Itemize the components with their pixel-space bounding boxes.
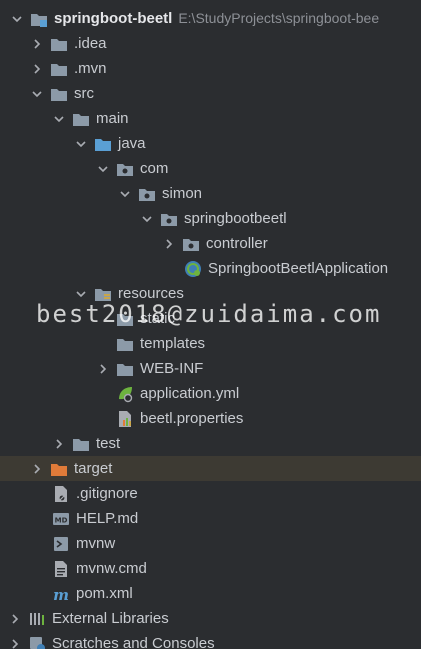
tree-node-scratches[interactable]: Scratches and Consoles — [0, 631, 421, 649]
chevron-down-icon[interactable] — [52, 112, 66, 126]
tree-node-project-root[interactable]: springboot-beetl E:\StudyProjects\spring… — [0, 6, 421, 31]
tree-node-application-yml[interactable]: application.yml — [0, 381, 421, 406]
project-path: E:\StudyProjects\springboot-bee — [178, 10, 380, 26]
tree-node-mvn[interactable]: .mvn — [0, 56, 421, 81]
chevron-right-icon[interactable] — [52, 437, 66, 451]
scratches-icon — [28, 635, 46, 649]
spring-boot-class-icon — [184, 260, 202, 278]
node-label: pom.xml — [76, 585, 133, 602]
chevron-down-icon[interactable] — [118, 187, 132, 201]
tree-node-test[interactable]: test — [0, 431, 421, 456]
node-label: WEB-INF — [140, 360, 204, 377]
library-icon — [28, 610, 46, 628]
chevron-right-icon[interactable] — [8, 612, 22, 626]
folder-icon — [72, 110, 90, 128]
tree-node-idea[interactable]: .idea — [0, 31, 421, 56]
tree-node-com[interactable]: com — [0, 156, 421, 181]
tree-node-target[interactable]: target — [0, 456, 421, 481]
tree-node-simon[interactable]: simon — [0, 181, 421, 206]
node-label: com — [140, 160, 169, 177]
source-folder-icon — [94, 135, 112, 153]
tree-node-beetl-properties[interactable]: beetl.properties — [0, 406, 421, 431]
chevron-right-icon[interactable] — [30, 462, 44, 476]
chevron-down-icon[interactable] — [96, 162, 110, 176]
node-label: HELP.md — [76, 510, 139, 527]
chevron-right-icon[interactable] — [8, 637, 22, 649]
tree-node-src[interactable]: src — [0, 81, 421, 106]
tree-node-external-libraries[interactable]: External Libraries — [0, 606, 421, 631]
node-label: Scratches and Consoles — [52, 635, 215, 649]
node-label: .idea — [74, 35, 107, 52]
node-label: mvnw.cmd — [76, 560, 147, 577]
node-label: java — [118, 135, 146, 152]
svg-text:MD: MD — [55, 516, 68, 524]
project-name: springboot-beetl — [54, 10, 173, 27]
chevron-right-icon[interactable] — [30, 62, 44, 76]
node-label: resources — [118, 285, 184, 302]
node-label: templates — [140, 335, 206, 352]
node-label: beetl.properties — [140, 410, 244, 427]
excluded-folder-icon — [50, 460, 68, 478]
node-label: springbootbeetl — [184, 210, 287, 227]
node-label: controller — [206, 235, 268, 252]
folder-icon — [50, 60, 68, 78]
node-label: .gitignore — [76, 485, 138, 502]
tree-node-java[interactable]: java — [0, 131, 421, 156]
markdown-file-icon: MD — [52, 510, 70, 528]
tree-node-web-inf[interactable]: WEB-INF — [0, 356, 421, 381]
project-tree: springboot-beetl E:\StudyProjects\spring… — [0, 0, 421, 649]
node-label: .mvn — [74, 60, 107, 77]
folder-icon — [116, 310, 134, 328]
node-label: mvnw — [76, 535, 116, 552]
tree-node-pom-xml[interactable]: m pom.xml — [0, 581, 421, 606]
tree-node-mvnw[interactable]: mvnw — [0, 531, 421, 556]
node-label: simon — [162, 185, 203, 202]
node-label: SpringbootBeetlApplication — [208, 260, 389, 277]
package-icon — [160, 210, 178, 228]
svg-text:m: m — [53, 586, 69, 603]
folder-icon — [50, 35, 68, 53]
node-label: main — [96, 110, 129, 127]
folder-icon — [72, 435, 90, 453]
tree-node-main[interactable]: main — [0, 106, 421, 131]
tree-node-resources[interactable]: resources — [0, 281, 421, 306]
chevron-right-icon[interactable] — [30, 37, 44, 51]
node-label: static — [140, 310, 176, 327]
chevron-down-icon[interactable] — [30, 87, 44, 101]
package-icon — [116, 160, 134, 178]
chevron-right-icon[interactable] — [96, 362, 110, 376]
package-icon — [138, 185, 156, 203]
maven-icon: m — [52, 585, 70, 603]
tree-node-help-md[interactable]: MD HELP.md — [0, 506, 421, 531]
chevron-down-icon[interactable] — [74, 287, 88, 301]
node-label: application.yml — [140, 385, 240, 402]
tree-node-gitignore[interactable]: .gitignore — [0, 481, 421, 506]
tree-node-controller[interactable]: controller — [0, 231, 421, 256]
tree-node-app-class[interactable]: SpringbootBeetlApplication — [0, 256, 421, 281]
text-file-icon — [52, 560, 70, 578]
resource-folder-icon — [94, 285, 112, 303]
script-file-icon — [52, 535, 70, 553]
tree-node-springbootbeetl[interactable]: springbootbeetl — [0, 206, 421, 231]
chevron-down-icon[interactable] — [140, 212, 154, 226]
tree-node-templates[interactable]: templates — [0, 331, 421, 356]
node-label: test — [96, 435, 121, 452]
folder-icon — [116, 335, 134, 353]
node-label: External Libraries — [52, 610, 169, 627]
tree-node-static[interactable]: static — [0, 306, 421, 331]
node-label: src — [74, 85, 94, 102]
chevron-down-icon[interactable] — [10, 12, 24, 26]
properties-file-icon — [116, 410, 134, 428]
folder-icon — [50, 85, 68, 103]
node-label: target — [74, 460, 113, 477]
spring-config-icon — [116, 385, 134, 403]
package-icon — [182, 235, 200, 253]
gitignore-file-icon — [52, 485, 70, 503]
chevron-down-icon[interactable] — [74, 137, 88, 151]
tree-node-mvnw-cmd[interactable]: mvnw.cmd — [0, 556, 421, 581]
folder-icon — [116, 360, 134, 378]
chevron-right-icon[interactable] — [162, 237, 176, 251]
module-folder-icon — [30, 10, 48, 28]
